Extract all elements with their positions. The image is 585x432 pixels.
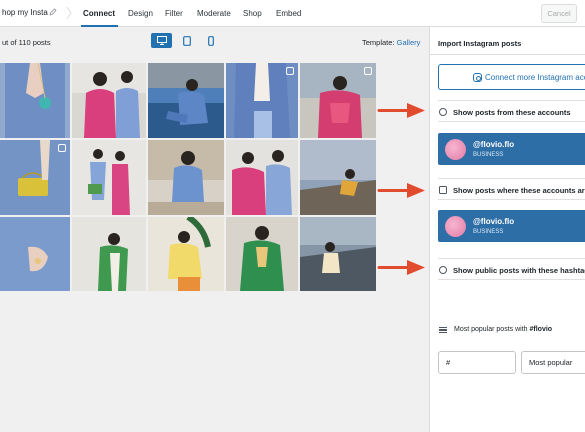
post-thumbnail[interactable]: [72, 217, 146, 291]
arrow-right-icon: [377, 103, 425, 118]
tablet-icon: [182, 35, 191, 46]
popular-prefix: Most popular posts with: [454, 326, 528, 333]
carousel-icon: [286, 67, 294, 75]
account-name: @flovio.flo: [473, 217, 515, 226]
avatar: [445, 216, 466, 237]
source-tagged-option[interactable]: Show posts where these accounts are: [438, 178, 585, 200]
tab-design[interactable]: Design: [128, 9, 153, 18]
connect-account-button[interactable]: Connect more Instagram accou: [438, 64, 585, 90]
tab-connect[interactable]: Connect: [83, 9, 115, 18]
instagram-icon: [473, 73, 482, 82]
account-card[interactable]: @flovio.flo BUSINESS: [438, 133, 585, 165]
chevron-right-icon: [66, 6, 72, 20]
account-name: @flovio.flo: [473, 140, 515, 149]
carousel-icon: [364, 67, 372, 75]
post-thumbnail[interactable]: [0, 63, 70, 138]
desktop-icon: [156, 36, 167, 45]
tab-filter[interactable]: Filter: [165, 9, 183, 18]
menu-icon: [439, 327, 447, 333]
avatar: [445, 139, 466, 160]
post-thumbnail[interactable]: [300, 140, 376, 215]
arrow-right-icon: [377, 183, 425, 198]
tab-shop[interactable]: Shop: [243, 9, 262, 18]
popular-tag: #flovio: [529, 326, 553, 333]
post-thumbnail[interactable]: [300, 63, 376, 138]
divider: [430, 54, 585, 55]
carousel-icon: [58, 144, 66, 152]
post-grid: [0, 63, 376, 291]
post-thumbnail[interactable]: [72, 140, 146, 215]
tag-user-icon: [439, 186, 447, 194]
tab-embed[interactable]: Embed: [276, 9, 301, 18]
panel-title: Import Instagram posts: [438, 39, 522, 48]
source-label: Show public posts with these hashtag: [453, 266, 585, 275]
post-thumbnail[interactable]: [148, 140, 224, 215]
arrow-right-icon: [377, 260, 425, 275]
tablet-view-button[interactable]: [176, 33, 197, 48]
template-label: Template:: [362, 38, 395, 47]
active-tab-indicator: [81, 25, 118, 27]
pencil-icon[interactable]: [49, 8, 57, 16]
desktop-view-button[interactable]: [151, 33, 172, 48]
post-thumbnail[interactable]: [226, 140, 298, 215]
post-thumbnail[interactable]: [72, 63, 146, 138]
import-panel: Import Instagram posts Connect more Inst…: [429, 27, 585, 432]
hashtag-input[interactable]: #: [438, 351, 516, 374]
mobile-icon: [207, 35, 214, 46]
mobile-view-button[interactable]: [200, 33, 221, 48]
hashtag-sort-row: Most popular posts with #flovio: [438, 325, 585, 337]
post-thumbnail[interactable]: [148, 63, 224, 138]
hashtag-icon: [439, 266, 447, 274]
account-type: BUSINESS: [473, 229, 504, 235]
source-label: Show posts where these accounts are: [453, 186, 585, 195]
top-bar: hop my Insta Connect Design Filter Moder…: [0, 0, 585, 27]
user-circle-icon: [439, 108, 447, 116]
account-type: BUSINESS: [473, 152, 504, 158]
source-label: Show posts from these accounts: [453, 108, 571, 117]
post-thumbnail[interactable]: [226, 63, 298, 138]
template-value[interactable]: Gallery: [397, 38, 421, 47]
template-selector[interactable]: Template: Gallery: [362, 38, 420, 47]
feed-name[interactable]: hop my Insta: [2, 8, 48, 17]
cancel-button[interactable]: Cancel: [541, 4, 577, 23]
sort-select[interactable]: Most popular: [521, 351, 585, 374]
post-thumbnail[interactable]: [226, 217, 298, 291]
connect-account-label: Connect more Instagram accou: [485, 72, 585, 82]
post-thumbnail[interactable]: [300, 217, 376, 291]
post-thumbnail[interactable]: [0, 140, 70, 215]
post-thumbnail[interactable]: [0, 217, 70, 291]
popular-label: Most popular posts with #flovio: [454, 326, 552, 333]
source-accounts-option[interactable]: Show posts from these accounts: [438, 100, 585, 122]
tab-moderate[interactable]: Moderate: [197, 9, 231, 18]
post-thumbnail[interactable]: [148, 217, 224, 291]
posts-count: ut of 110 posts: [2, 38, 51, 47]
account-card[interactable]: @flovio.flo BUSINESS: [438, 210, 585, 242]
source-hashtag-option[interactable]: Show public posts with these hashtag: [438, 258, 585, 280]
